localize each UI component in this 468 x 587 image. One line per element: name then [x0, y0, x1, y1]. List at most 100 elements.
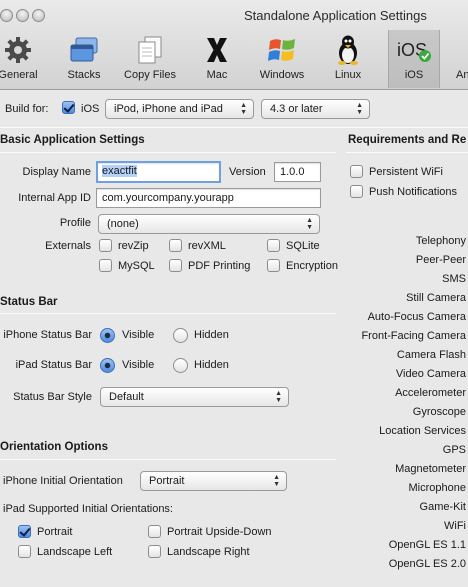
persistent-wifi-label: Persistent WiFi: [369, 166, 443, 178]
external-sqlite-checkbox[interactable]: [267, 239, 280, 252]
requirements-heading: Requirements and Re: [348, 134, 467, 146]
settings-content: Build for: iOS iPod, iPhone and iPad ▲ ▼ …: [0, 91, 468, 587]
ios-version-select[interactable]: 4.3 or later ▲ ▼: [261, 99, 370, 119]
window-title: Standalone Application Settings: [244, 8, 427, 23]
external-label: revXML: [188, 240, 226, 252]
profile-select[interactable]: (none) ▲ ▼: [98, 214, 320, 234]
capability-label: Magnetometer: [395, 463, 466, 475]
toolbar-label: Stacks: [67, 69, 101, 81]
orientation-option-label: Landscape Left: [37, 546, 113, 558]
visible-label: Visible: [122, 329, 155, 341]
iphone-initial-orientation-label: iPhone Initial Orientation: [3, 475, 123, 487]
visible-label: Visible: [122, 359, 155, 371]
hidden-label: Hidden: [194, 359, 229, 371]
push-notifications-checkbox[interactable]: [350, 185, 363, 198]
capability-label: WiFi: [444, 520, 466, 532]
capability-label: Auto-Focus Camera: [367, 311, 466, 323]
select-arrows-icon: ▲ ▼: [273, 474, 280, 488]
capability-label: SMS: [442, 273, 466, 285]
external-label: PDF Printing: [188, 260, 251, 272]
zoom-window-button[interactable]: [32, 9, 45, 22]
external-mysql-checkbox[interactable]: [99, 259, 112, 272]
capability-label: OpenGL ES 2.0: [388, 558, 466, 570]
push-notifications-label: Push Notifications: [369, 186, 458, 198]
display-name-label: Display Name: [22, 166, 91, 178]
ipad-status-visible-radio[interactable]: [100, 358, 115, 373]
external-label: revZip: [118, 240, 149, 252]
version-field[interactable]: 1.0.0: [274, 162, 321, 182]
status-bar-style-select[interactable]: Default ▲ ▼: [100, 387, 289, 407]
external-label: SQLite: [286, 240, 320, 252]
portrait-upside-down-checkbox[interactable]: [148, 525, 161, 538]
toolbar-android[interactable]: An: [456, 34, 468, 81]
external-revxml-checkbox[interactable]: [169, 239, 182, 252]
toolbar-general[interactable]: General: [0, 34, 38, 81]
toolbar-linux[interactable]: Linux: [328, 34, 368, 81]
toolbar-label: iOS: [404, 69, 424, 81]
orientation-option-label: Portrait: [37, 526, 73, 538]
version-label: Version: [229, 166, 266, 178]
capability-label: Location Services: [379, 425, 466, 437]
iphone-initial-orientation-value: Portrait: [149, 475, 185, 487]
linux-icon: [328, 34, 368, 66]
version-value: 1.0.0: [280, 166, 305, 178]
toolbar-windows[interactable]: Windows: [256, 34, 308, 81]
landscape-left-checkbox[interactable]: [18, 545, 31, 558]
toolbar-mac[interactable]: Mac: [197, 34, 237, 81]
app-id-value: com.yourcompany.yourapp: [102, 192, 234, 204]
ipad-status-bar-label: iPad Status Bar: [15, 359, 92, 371]
external-label: MySQL: [118, 260, 155, 272]
minimize-window-button[interactable]: [16, 9, 29, 22]
iphone-status-hidden-radio[interactable]: [173, 328, 188, 343]
profile-label: Profile: [59, 217, 91, 229]
copy-files-icon: [130, 34, 170, 66]
profile-value: (none): [107, 218, 139, 230]
close-window-button[interactable]: [0, 9, 13, 22]
divider: [0, 313, 336, 314]
external-pdf-printing-checkbox[interactable]: [169, 259, 182, 272]
status-bar-heading: Status Bar: [0, 296, 58, 308]
hidden-label: Hidden: [194, 329, 229, 341]
capability-label: Camera Flash: [396, 349, 466, 361]
mac-icon: [197, 34, 237, 66]
display-name-field[interactable]: exactfit: [96, 161, 221, 183]
ios-checkbox[interactable]: [62, 101, 75, 114]
toolbar-label: Copy Files: [124, 69, 176, 81]
landscape-right-checkbox[interactable]: [148, 545, 161, 558]
toolbar-ios[interactable]: iOS iOS: [394, 34, 434, 81]
persistent-wifi-checkbox[interactable]: [350, 165, 363, 178]
external-revzip-checkbox[interactable]: [99, 239, 112, 252]
ios-version-value: 4.3 or later: [270, 103, 323, 115]
android-icon: [456, 34, 468, 66]
divider: [0, 152, 336, 153]
ipad-status-hidden-radio[interactable]: [173, 358, 188, 373]
build-for-label: Build for:: [5, 103, 49, 115]
iphone-status-visible-radio[interactable]: [100, 328, 115, 343]
divider: [0, 127, 468, 128]
select-arrows-icon: ▲ ▼: [356, 102, 363, 116]
portrait-checkbox[interactable]: [18, 525, 31, 538]
select-arrows-icon: ▲ ▼: [240, 102, 247, 116]
orientation-option-label: Portrait Upside-Down: [167, 526, 272, 538]
ios-icon: iOS: [394, 34, 434, 66]
toolbar-label: Mac: [206, 69, 228, 81]
title-toolbar: Standalone Application Settings General …: [0, 0, 468, 90]
external-encryption-checkbox[interactable]: [267, 259, 280, 272]
iphone-initial-orientation-select[interactable]: Portrait ▲ ▼: [140, 471, 287, 491]
capability-label: Front-Facing Camera: [361, 330, 466, 342]
capability-label: OpenGL ES 1.1: [388, 539, 466, 551]
status-bar-style-label: Status Bar Style: [13, 391, 92, 403]
capability-label: Peer-Peer: [415, 254, 466, 266]
toolbar-label: An: [456, 69, 468, 81]
stacks-icon: [64, 34, 104, 66]
capability-label: Telephony: [415, 235, 466, 247]
app-id-label: Internal App ID: [18, 192, 91, 204]
capability-label: Still Camera: [406, 292, 466, 304]
app-id-field[interactable]: com.yourcompany.yourapp: [96, 188, 321, 208]
device-family-select[interactable]: iPod, iPhone and iPad ▲ ▼: [105, 99, 254, 119]
toolbar-copy-files[interactable]: Copy Files: [120, 34, 180, 81]
select-arrows-icon: ▲ ▼: [275, 390, 282, 404]
capability-label: GPS: [442, 444, 466, 456]
toolbar-stacks[interactable]: Stacks: [64, 34, 104, 81]
status-bar-style-value: Default: [109, 391, 144, 403]
